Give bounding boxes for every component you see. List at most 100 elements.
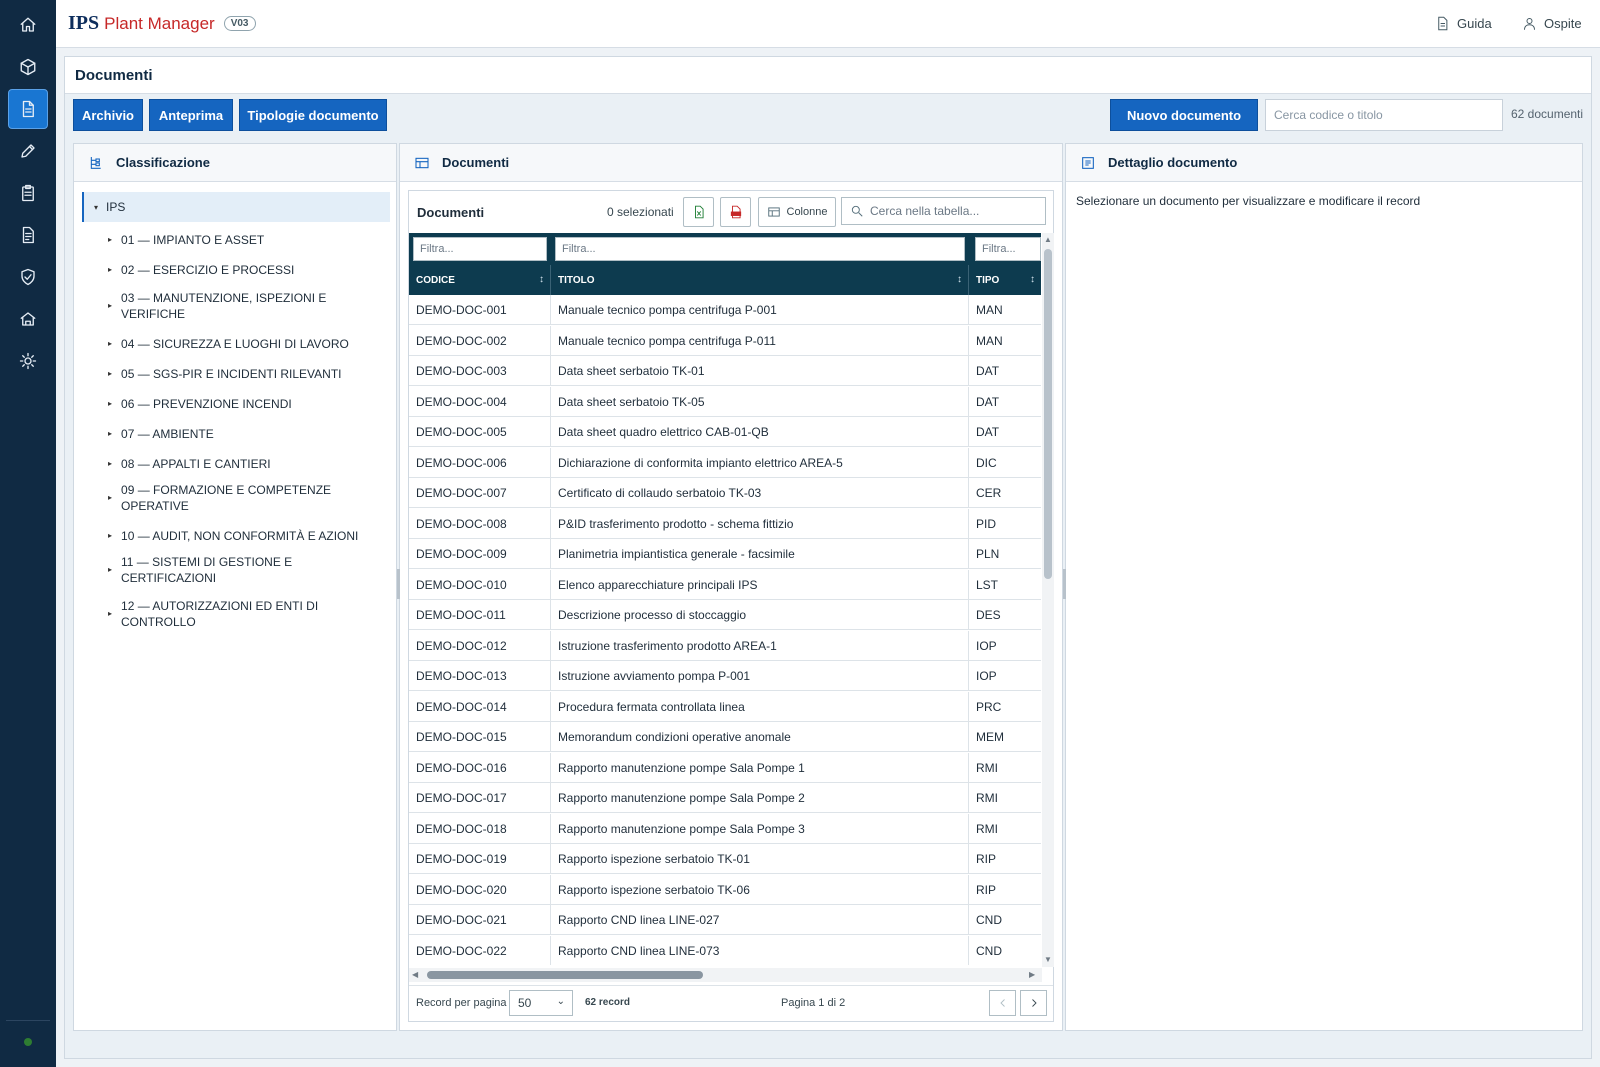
table-row[interactable]: DEMO-DOC-021 Rapporto CND linea LINE-027 C… [409, 905, 1041, 935]
tree-item[interactable]: ▸ 11 — SISTEMI DI GESTIONE E CERTIFICAZION… [108, 554, 376, 586]
next-page-button[interactable] [1020, 990, 1047, 1016]
tab-anteprima[interactable]: Anteprima [149, 99, 233, 131]
prev-page-button[interactable] [989, 990, 1016, 1016]
tree-item[interactable]: ▸ 07 — AMBIENTE [108, 426, 376, 442]
table-row[interactable]: DEMO-DOC-006 Dichiarazione di conformita … [409, 447, 1041, 478]
table-row[interactable]: DEMO-DOC-016 Rapporto manutenzione pompe … [409, 752, 1041, 783]
caret-right-icon[interactable]: ▸ [108, 528, 112, 544]
filter-titolo[interactable]: Filtra... [555, 237, 965, 261]
table-row[interactable]: DEMO-DOC-003 Data sheet serbatoio TK-01 DA… [409, 356, 1041, 386]
tree-item-label: 04 — SICUREZZA E LUOGHI DI LAVORO [121, 336, 349, 352]
caret-right-icon[interactable]: ▸ [108, 366, 112, 382]
tree-item-line: 01 — IMPIANTO E ASSET [121, 233, 265, 247]
tree-item[interactable]: ▸ 03 — MANUTENZIONE, ISPEZIONI E VERIFICHE [108, 290, 376, 322]
tree-item[interactable]: ▸ 12 — AUTORIZZAZIONI ED ENTI DI CONTROLLO [108, 598, 376, 630]
caret-right-icon[interactable]: ▸ [108, 456, 112, 472]
scroll-down-icon[interactable]: ▼ [1044, 955, 1052, 964]
scroll-up-icon[interactable]: ▲ [1044, 235, 1052, 244]
per-page-value: 50 [518, 996, 532, 1010]
table-row[interactable]: DEMO-DOC-013 Istruzione avviamento pompa … [409, 661, 1041, 691]
caret-right-icon[interactable]: ▸ [108, 298, 112, 322]
tree-item[interactable]: ▸ 10 — AUDIT, NON CONFORMITÀ E AZIONI [108, 528, 376, 544]
tree-item[interactable]: ▸ 04 — SICUREZZA E LUOGHI DI LAVORO [108, 336, 376, 352]
cell-tipo: RMI [976, 821, 998, 836]
document-icon[interactable] [8, 89, 48, 129]
tree-root[interactable]: ▾ IPS [82, 192, 390, 222]
cell-titolo: Data sheet quadro elettrico CAB-01-QB [551, 417, 969, 447]
caret-right-icon[interactable]: ▸ [108, 232, 112, 248]
user-menu[interactable]: Ospite [1522, 16, 1582, 31]
table-row[interactable]: DEMO-DOC-019 Rapporto ispezione serbatoio… [409, 844, 1041, 874]
cube-icon[interactable] [8, 47, 48, 87]
header-tipo[interactable]: TIPO ↕ [969, 265, 1041, 295]
caret-right-icon[interactable]: ▸ [108, 396, 112, 412]
new-document-button[interactable]: Nuovo documento [1110, 99, 1258, 131]
header-codice[interactable]: CODICE ↕ [409, 265, 551, 295]
table-search-input[interactable]: Cerca nella tabella... [841, 197, 1046, 225]
clipboard-icon[interactable] [8, 173, 48, 213]
per-page-select[interactable]: 50 ⌄ [509, 990, 573, 1016]
file-text-icon[interactable] [8, 215, 48, 255]
table-row[interactable]: DEMO-DOC-005 Data sheet quadro elettrico … [409, 417, 1041, 447]
scroll-left-icon[interactable]: ◀ [412, 970, 418, 979]
pencil-icon[interactable] [8, 131, 48, 171]
right-splitter[interactable] [1063, 569, 1066, 599]
caret-right-icon[interactable]: ▸ [108, 606, 112, 630]
tree-item[interactable]: ▸ 01 — IMPIANTO E ASSET [108, 232, 376, 248]
tree-item[interactable]: ▸ 06 — PREVENZIONE INCENDI [108, 396, 376, 412]
tab-archivio[interactable]: Archivio [73, 99, 143, 131]
export-pdf-button[interactable] [720, 197, 751, 227]
table-row[interactable]: DEMO-DOC-020 Rapporto ispezione serbatoio… [409, 874, 1041, 905]
cell-codice: DEMO-DOC-013 [409, 661, 551, 691]
table-row[interactable]: DEMO-DOC-008 P&ID trasferimento prodotto … [409, 508, 1041, 539]
table-row[interactable]: DEMO-DOC-007 Certificato di collaudo serb… [409, 478, 1041, 508]
tree-item-label: 12 — AUTORIZZAZIONI ED ENTI DI CONTROLLO [121, 598, 318, 630]
vertical-scrollbar[interactable]: ▲ ▼ [1042, 233, 1054, 967]
filter-codice[interactable]: Filtra... [413, 237, 547, 261]
sort-icon[interactable]: ↕ [539, 274, 544, 285]
export-excel-button[interactable] [683, 197, 714, 227]
cell-tipo: DAT [976, 425, 1000, 439]
building-icon[interactable] [8, 299, 48, 339]
sun-icon[interactable] [8, 341, 48, 381]
horizontal-scroll-thumb[interactable] [427, 971, 703, 979]
tree-item[interactable]: ▸ 05 — SGS-PIR E INCIDENTI RILEVANTI [108, 366, 376, 382]
horizontal-scrollbar[interactable]: ◀ ▶ [409, 968, 1042, 982]
tree-item[interactable]: ▸ 02 — ESERCIZIO E PROCESSI [108, 262, 376, 278]
home-icon[interactable] [8, 5, 48, 45]
table-row[interactable]: DEMO-DOC-002 Manuale tecnico pompa centri… [409, 325, 1041, 356]
vertical-scroll-thumb[interactable] [1044, 249, 1052, 579]
table-row[interactable]: DEMO-DOC-009 Planimetria impiantistica ge… [409, 539, 1041, 569]
caret-right-icon[interactable]: ▸ [108, 426, 112, 442]
header-titolo[interactable]: TITOLO ↕ [551, 265, 969, 295]
table-row[interactable]: DEMO-DOC-018 Rapporto manutenzione pompe … [409, 813, 1041, 844]
search-input[interactable]: Cerca codice o titolo [1265, 99, 1503, 131]
table-row[interactable]: DEMO-DOC-015 Memorandum condizioni operat… [409, 722, 1041, 752]
caret-right-icon[interactable]: ▸ [108, 490, 112, 514]
table-row[interactable]: DEMO-DOC-012 Istruzione trasferimento pro… [409, 630, 1041, 661]
table-row[interactable]: DEMO-DOC-017 Rapporto manutenzione pompe … [409, 783, 1041, 813]
scroll-right-icon[interactable]: ▶ [1029, 970, 1035, 979]
table-row[interactable]: DEMO-DOC-014 Procedura fermata controllat… [409, 691, 1041, 722]
tree-item[interactable]: ▸ 09 — FORMAZIONE E COMPETENZE OPERATIVE [108, 482, 376, 514]
left-splitter[interactable] [397, 569, 400, 599]
table-row[interactable]: DEMO-DOC-011 Descrizione processo di stoc… [409, 600, 1041, 630]
caret-right-icon[interactable]: ▸ [108, 336, 112, 352]
tree-item[interactable]: ▸ 08 — APPALTI E CANTIERI [108, 456, 376, 472]
columns-button[interactable]: Colonne [758, 197, 836, 227]
filter-tipo[interactable]: Filtra... [975, 237, 1041, 261]
caret-right-icon[interactable]: ▸ [108, 562, 112, 586]
shield-check-icon[interactable] [8, 257, 48, 297]
table-row[interactable]: DEMO-DOC-001 Manuale tecnico pompa centri… [409, 295, 1041, 325]
table-row[interactable]: DEMO-DOC-004 Data sheet serbatoio TK-05 DA… [409, 386, 1041, 417]
sort-icon[interactable]: ↕ [957, 274, 962, 285]
table-row[interactable]: DEMO-DOC-010 Elenco apparecchiature princ… [409, 569, 1041, 600]
detail-header: Dettaglio documento [1066, 144, 1582, 182]
table-row[interactable]: DEMO-DOC-022 Rapporto CND linea LINE-073 C… [409, 935, 1041, 965]
guide-link[interactable]: Guida [1435, 16, 1492, 31]
sort-icon[interactable]: ↕ [1030, 274, 1035, 285]
tab-tipologie-documento[interactable]: Tipologie documento [239, 99, 387, 131]
caret-down-icon[interactable]: ▾ [94, 203, 98, 212]
brand-logo[interactable]: IPS Plant Manager V03 [68, 12, 256, 35]
caret-right-icon[interactable]: ▸ [108, 262, 112, 278]
